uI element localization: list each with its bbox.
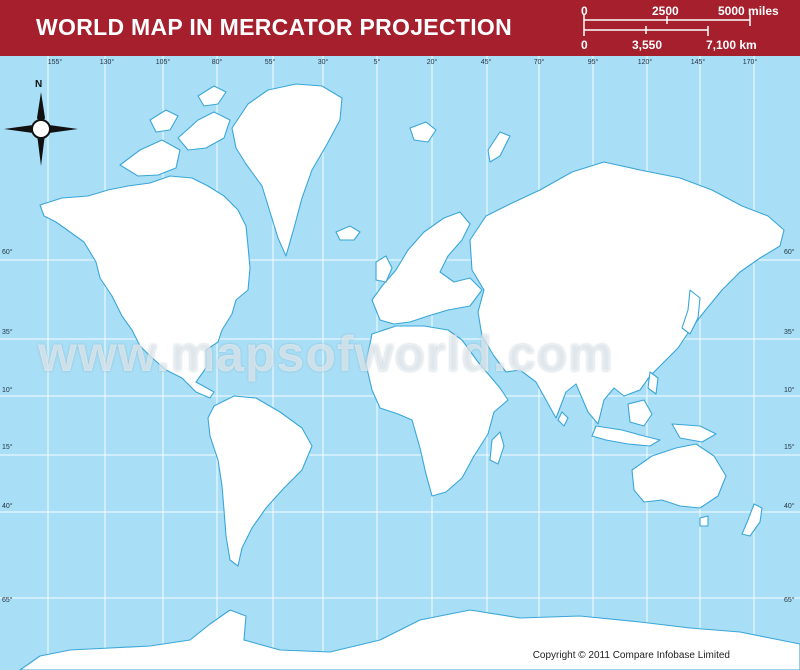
iceland <box>335 225 361 241</box>
longitude-label: 170° <box>742 59 758 66</box>
scale-miles-0: 0 <box>581 4 588 18</box>
antarctica <box>19 609 800 670</box>
longitude-label: 80° <box>211 59 223 66</box>
south-america <box>207 395 313 567</box>
longitude-label: 30° <box>317 59 329 66</box>
compass-north-label: N <box>35 79 43 90</box>
scale-miles-mid: 2500 <box>652 4 679 18</box>
novaya-zemlya <box>487 131 511 163</box>
longitude-label: 5° <box>373 59 381 66</box>
arctic-islands <box>119 139 181 177</box>
title-bar: WORLD MAP IN MERCATOR PROJECTION 0 2500 … <box>0 0 800 56</box>
latitude-label: 10° <box>2 387 13 394</box>
sri-lanka <box>557 411 569 427</box>
latitude-label: 65° <box>784 597 795 604</box>
arctic-islands <box>149 109 179 133</box>
longitude-label: 55° <box>264 59 276 66</box>
new-guinea <box>671 423 717 443</box>
longitude-label: 130° <box>99 59 115 66</box>
longitude-label: 155° <box>47 59 63 66</box>
latitude-label: 65° <box>2 597 13 604</box>
longitude-label: 120° <box>637 59 653 66</box>
longitude-label: 145° <box>690 59 706 66</box>
scale-bar: 0 2500 5000 miles 0 3,550 7,100 km <box>560 0 800 56</box>
watermark: www.mapsofworld.com <box>38 326 614 382</box>
tasmania <box>699 515 709 527</box>
longitude-label: 105° <box>155 59 171 66</box>
longitude-label: 95° <box>587 59 599 66</box>
latitude-label: 10° <box>784 387 795 394</box>
map-title: WORLD MAP IN MERCATOR PROJECTION <box>36 14 513 40</box>
latitude-label: 35° <box>2 329 13 336</box>
copyright-notice: Copyright © 2011 Compare Infobase Limite… <box>532 650 730 661</box>
australia <box>631 443 727 509</box>
philippines <box>647 371 659 395</box>
borneo <box>627 399 653 427</box>
scale-km-max: 7,100 km <box>706 38 757 52</box>
greenland <box>231 83 343 257</box>
latitude-label: 15° <box>784 444 795 451</box>
scale-km-0: 0 <box>581 38 588 52</box>
scale-miles-max: 5000 miles <box>718 4 779 18</box>
arctic-islands <box>177 111 231 151</box>
latitude-label: 15° <box>2 444 13 451</box>
latitude-label: 60° <box>2 249 13 256</box>
indonesia <box>591 425 661 447</box>
latitude-label: 35° <box>784 329 795 336</box>
latitude-label: 60° <box>784 249 795 256</box>
scale-km-mid: 3,550 <box>632 38 663 52</box>
longitude-label: 45° <box>480 59 492 66</box>
latitude-label: 40° <box>784 503 795 510</box>
longitude-label: 70° <box>533 59 545 66</box>
arctic-islands <box>197 85 227 107</box>
new-zealand <box>741 503 763 537</box>
asia <box>469 161 785 425</box>
madagascar <box>489 431 505 465</box>
latitude-label: 40° <box>2 503 13 510</box>
compass-rose <box>4 92 78 166</box>
longitude-label: 20° <box>426 59 438 66</box>
